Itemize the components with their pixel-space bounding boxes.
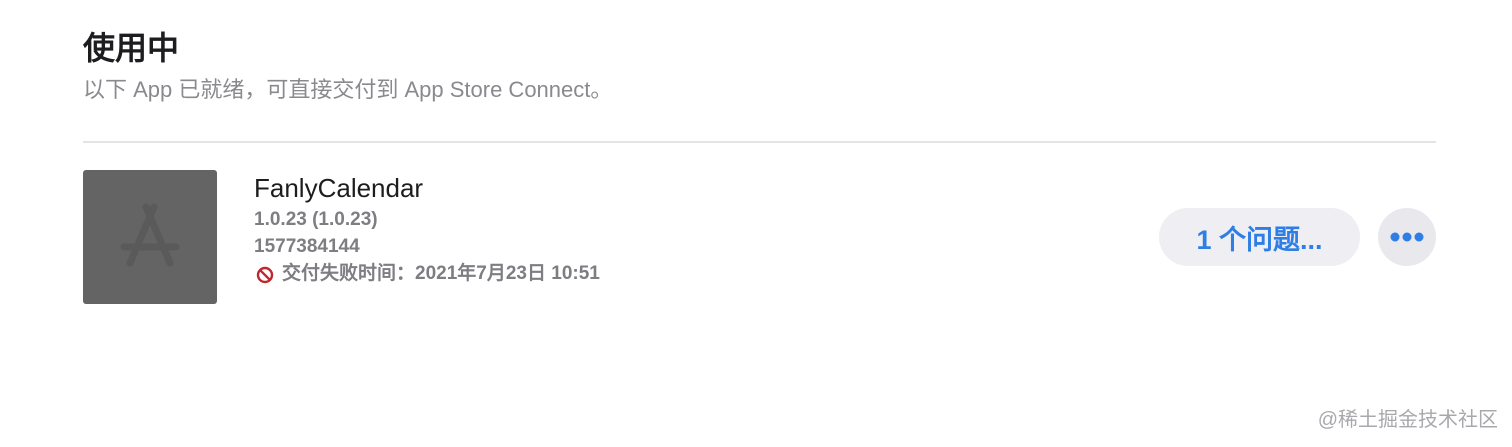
ellipsis-icon xyxy=(1390,232,1424,242)
more-button[interactable] xyxy=(1378,208,1436,266)
app-version: 1.0.23 (1.0.23) xyxy=(254,209,378,230)
app-store-placeholder-icon xyxy=(83,170,217,304)
app-info: FanlyCalendar 1.0.23 (1.0.23) 1577384144… xyxy=(254,170,600,287)
issues-button[interactable]: 1 个问题... xyxy=(1159,208,1360,266)
app-name: FanlyCalendar xyxy=(254,173,424,203)
watermark: @稀土掘金技术社区 xyxy=(1317,409,1498,431)
divider xyxy=(83,141,1436,143)
app-row[interactable]: FanlyCalendar 1.0.23 (1.0.23) 1577384144… xyxy=(83,170,1436,304)
prohibited-icon xyxy=(256,265,274,283)
section-title: 使用中 xyxy=(83,30,180,66)
delivery-status: 交付失败时间：2021年7月23日 10:51 xyxy=(254,260,600,287)
app-build-id: 1577384144 xyxy=(254,236,360,257)
section-subtitle: 以下 App 已就绪，可直接交付到 App Store Connect。 xyxy=(83,77,613,102)
delivery-status-text: 交付失败时间：2021年7月23日 10:51 xyxy=(282,263,600,284)
